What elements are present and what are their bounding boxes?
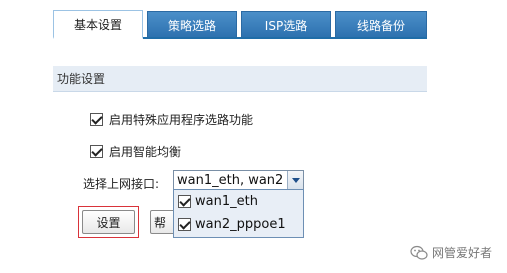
section-header: 功能设置 xyxy=(53,66,427,92)
wan1-label: wan1_eth xyxy=(195,194,258,209)
special-app-routing-label: 启用特殊应用程序选路功能 xyxy=(109,113,254,127)
special-app-routing-row[interactable]: 启用特殊应用程序选路功能 xyxy=(90,111,253,128)
set-button[interactable]: 设置 xyxy=(82,210,135,234)
tab-basic-settings[interactable]: 基本设置 xyxy=(53,10,143,39)
interface-select-value: wan1_eth, wan2 xyxy=(177,172,284,188)
wechat-icon xyxy=(410,245,428,260)
wan1-checkbox[interactable] xyxy=(178,195,191,208)
tab-bar: 基本设置 策略选路 ISP选路 线路备份 xyxy=(53,10,427,39)
tab-policy-routing[interactable]: 策略选路 xyxy=(147,11,237,38)
chevron-down-icon[interactable] xyxy=(287,171,303,189)
dropdown-option-wan2[interactable]: wan2_pppoe1 xyxy=(178,217,286,232)
smart-balance-label: 启用智能均衡 xyxy=(109,145,182,159)
smart-balance-row[interactable]: 启用智能均衡 xyxy=(90,143,181,160)
wan2-label: wan2_pppoe1 xyxy=(195,217,286,232)
tab-line-backup[interactable]: 线路备份 xyxy=(335,11,427,38)
special-app-routing-checkbox[interactable] xyxy=(90,113,103,126)
interface-dropdown: wan1_eth wan2_pppoe1 xyxy=(173,189,304,238)
interface-select[interactable]: wan1_eth, wan2 xyxy=(173,170,304,190)
dropdown-option-wan1[interactable]: wan1_eth xyxy=(178,194,258,209)
watermark: 网管爱好者 xyxy=(410,244,492,261)
interface-select-label: 选择上网接口: xyxy=(83,177,160,191)
wan2-checkbox[interactable] xyxy=(178,218,191,231)
watermark-text: 网管爱好者 xyxy=(432,246,493,260)
section-title: 功能设置 xyxy=(57,72,106,86)
tab-isp-routing[interactable]: ISP选路 xyxy=(241,11,331,38)
smart-balance-checkbox[interactable] xyxy=(90,145,103,158)
